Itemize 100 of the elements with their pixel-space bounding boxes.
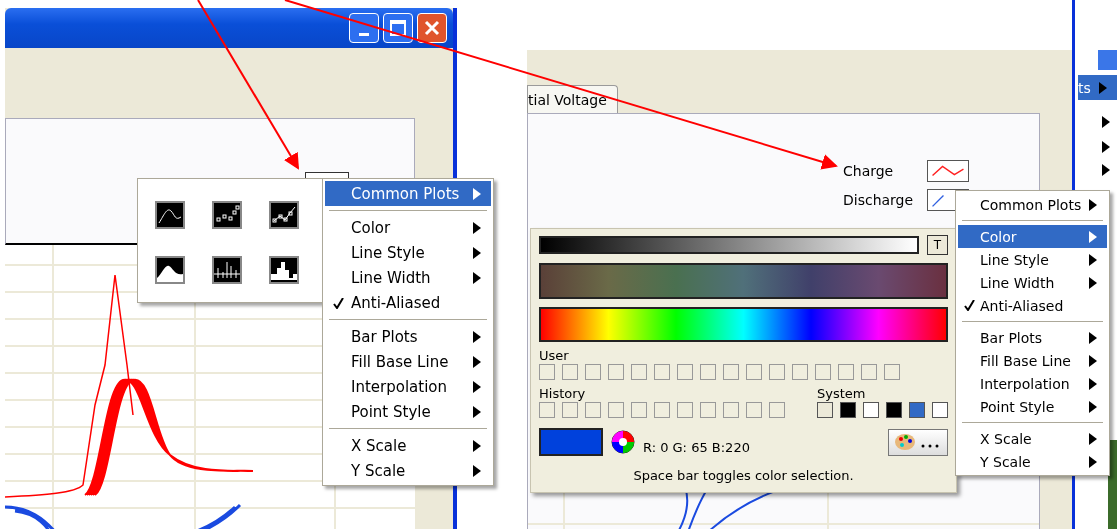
submenu-arrow-icon xyxy=(1089,432,1097,445)
minimize-button[interactable] xyxy=(349,13,379,43)
menu-item[interactable]: Color xyxy=(325,215,491,240)
menu-item[interactable]: Fill Base Line xyxy=(958,349,1107,372)
steps-plot-icon[interactable] xyxy=(269,256,299,284)
empty-color-slot[interactable] xyxy=(539,402,555,418)
submenu-arrow-icon xyxy=(473,355,481,368)
menu-item[interactable]: Common Plots xyxy=(325,181,491,206)
color-spectrum-bar[interactable] xyxy=(539,307,948,342)
menu-item[interactable]: X Scale xyxy=(325,433,491,458)
empty-color-slot[interactable] xyxy=(769,402,785,418)
empty-color-slot[interactable] xyxy=(838,364,854,380)
submenu-arrow-icon xyxy=(473,380,481,393)
menu-item[interactable]: Line Style xyxy=(958,248,1107,271)
more-colors-button[interactable] xyxy=(888,428,948,456)
submenu-arrow-icon xyxy=(1089,400,1097,413)
menu-item[interactable]: Bar Plots xyxy=(325,324,491,349)
submenu-arrow-icon xyxy=(1089,455,1097,468)
color-swatch[interactable] xyxy=(817,402,833,418)
empty-color-slot[interactable] xyxy=(608,402,624,418)
submenu-arrow-icon xyxy=(1102,164,1110,176)
fill-plot-icon[interactable] xyxy=(155,256,185,284)
grayscale-bar[interactable] xyxy=(539,236,919,254)
empty-color-slot[interactable] xyxy=(723,364,739,380)
legend-label: Charge xyxy=(843,163,895,179)
plot-swatch-icon[interactable] xyxy=(927,160,970,182)
menu-item[interactable]: Point Style xyxy=(325,399,491,424)
transparent-button[interactable]: T xyxy=(927,235,948,255)
empty-color-slot[interactable] xyxy=(884,364,900,380)
submenu-arrow-icon xyxy=(1089,276,1097,289)
color-swatch[interactable] xyxy=(840,402,856,418)
hint-text: Space bar toggles color selection. xyxy=(632,468,855,483)
empty-color-slot[interactable] xyxy=(562,402,578,418)
menu-item[interactable]: X Scale xyxy=(958,427,1107,450)
submenu-arrow-icon xyxy=(1102,116,1110,128)
menu-item[interactable]: Anti-Aliased xyxy=(958,294,1107,317)
title-bar xyxy=(1098,50,1117,70)
menu-item[interactable]: ts xyxy=(1078,75,1117,100)
empty-color-slot[interactable] xyxy=(585,364,601,380)
close-button[interactable] xyxy=(417,13,447,43)
menu-item[interactable]: Line Style xyxy=(325,240,491,265)
empty-color-slot[interactable] xyxy=(631,402,647,418)
empty-color-slot[interactable] xyxy=(746,402,762,418)
menu-item[interactable]: Y Scale xyxy=(958,450,1107,473)
color-swatch[interactable] xyxy=(909,402,925,418)
empty-color-slot[interactable] xyxy=(608,364,624,380)
maximize-icon xyxy=(390,20,406,36)
submenu-arrow-icon xyxy=(1089,354,1097,367)
empty-color-slot[interactable] xyxy=(700,364,716,380)
line-points-plot-icon[interactable] xyxy=(269,201,299,229)
empty-color-slot[interactable] xyxy=(815,364,831,380)
empty-color-slot[interactable] xyxy=(654,402,670,418)
points-plot-icon[interactable] xyxy=(212,201,242,229)
color-swatch[interactable] xyxy=(863,402,879,418)
rgb-reading: R: 0 G: 65 B:220 xyxy=(643,439,750,455)
menu-item[interactable]: Fill Base Line xyxy=(325,349,491,374)
muted-color-bar[interactable] xyxy=(539,263,948,299)
menu-item[interactable]: Line Width xyxy=(958,271,1107,294)
empty-color-slot[interactable] xyxy=(861,364,877,380)
menu-item[interactable]: Interpolation xyxy=(325,374,491,399)
submenu-arrow-icon xyxy=(1089,331,1097,344)
submenu-arrow-icon xyxy=(1089,198,1097,211)
menu-item[interactable]: Interpolation xyxy=(958,372,1107,395)
user-colors-label: User xyxy=(539,349,570,363)
empty-color-slot[interactable] xyxy=(769,364,785,380)
line-plot-icon[interactable] xyxy=(155,201,185,229)
menu-item[interactable]: Point Style xyxy=(958,395,1107,418)
menu-item[interactable]: Bar Plots xyxy=(958,326,1107,349)
menu-item[interactable]: Line Width xyxy=(325,265,491,290)
bars-plot-icon[interactable] xyxy=(212,256,242,284)
color-swatch[interactable] xyxy=(932,402,948,418)
submenu-arrow-icon xyxy=(473,246,481,259)
empty-color-slot[interactable] xyxy=(746,364,762,380)
submenu-arrow-icon xyxy=(473,439,481,452)
empty-color-slot[interactable] xyxy=(792,364,808,380)
empty-color-slot[interactable] xyxy=(723,402,739,418)
minimize-icon xyxy=(359,32,369,36)
color-swatch[interactable] xyxy=(886,402,902,418)
menu-item[interactable]: Color xyxy=(958,225,1107,248)
empty-color-slot[interactable] xyxy=(654,364,670,380)
submenu-arrow-icon xyxy=(1098,81,1107,94)
system-colors-label: System xyxy=(817,387,867,401)
submenu-arrow-icon xyxy=(1102,141,1110,153)
empty-color-slot[interactable] xyxy=(700,402,716,418)
empty-color-slot[interactable] xyxy=(631,364,647,380)
submenu-arrow-icon xyxy=(473,187,481,200)
empty-color-slot[interactable] xyxy=(562,364,578,380)
color-wheel-icon[interactable] xyxy=(611,430,635,454)
empty-color-slot[interactable] xyxy=(539,364,555,380)
history-label: History xyxy=(539,387,587,401)
empty-color-slot[interactable] xyxy=(585,402,601,418)
maximize-button[interactable] xyxy=(383,13,413,43)
menu-item[interactable]: Anti-Aliased xyxy=(325,290,491,315)
close-icon xyxy=(424,20,440,36)
empty-color-slot[interactable] xyxy=(677,364,693,380)
menu-item[interactable]: Common Plots xyxy=(958,193,1107,216)
menu-item[interactable]: Y Scale xyxy=(325,458,491,483)
empty-color-slot[interactable] xyxy=(677,402,693,418)
submenu-arrow-icon xyxy=(473,271,481,284)
legend-label: Discharge xyxy=(843,192,914,208)
